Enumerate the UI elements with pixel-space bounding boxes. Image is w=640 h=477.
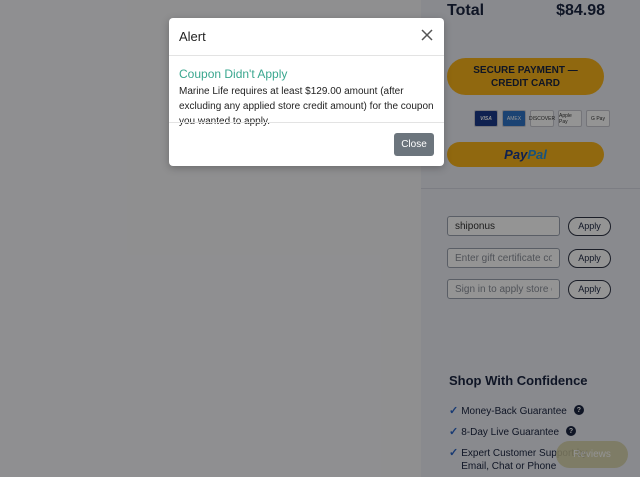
modal-header: Alert [169, 18, 444, 56]
modal-footer: Close [169, 122, 444, 166]
modal-heading: Coupon Didn't Apply [179, 67, 288, 81]
close-button[interactable]: Close [394, 133, 434, 156]
modal-body: Coupon Didn't Apply Marine Life requires… [179, 67, 437, 129]
modal-title: Alert [179, 29, 206, 44]
close-icon[interactable] [420, 28, 434, 42]
alert-modal: Alert Coupon Didn't Apply Marine Life re… [169, 18, 444, 166]
